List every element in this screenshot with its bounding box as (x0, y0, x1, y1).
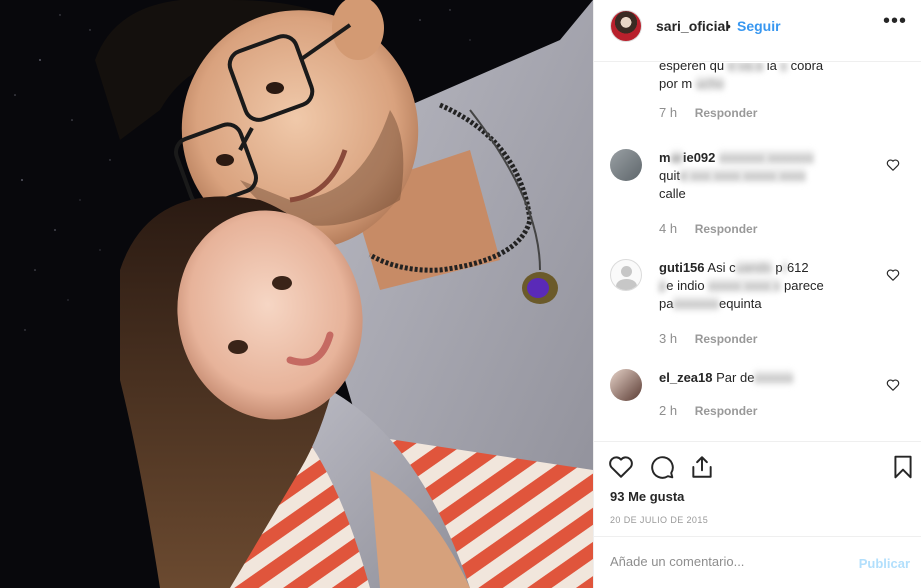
comment-text-part: parece (784, 278, 824, 293)
comment-text-part: p (775, 260, 783, 275)
comment-text-part: equinta (718, 296, 762, 311)
comment-text-part: esperen qu (659, 63, 725, 73)
couple-selfie-image (0, 0, 593, 588)
comment-text-part: la (766, 63, 777, 73)
comment-text-part: Asi c (707, 260, 736, 275)
comment-text-redacted: e xxx xxxx xxxxx xxxx (679, 168, 806, 183)
post-side-panel: sari_oficial • Seguir ••• esperen qu e v… (593, 0, 921, 588)
comment-meta: 7 h Responder (659, 105, 757, 120)
post-actions: 93 Me gusta 20 DE JULIO DE 2015 (594, 441, 921, 535)
author-avatar[interactable] (610, 10, 642, 42)
post-date[interactable]: 20 DE JULIO DE 2015 (610, 515, 708, 525)
post-photo[interactable] (0, 0, 593, 588)
comment-text-part: Par de (716, 370, 755, 385)
comment-text-part: 612 (786, 260, 809, 275)
comment-text-redacted: ucho (695, 76, 725, 91)
comment-text-redacted: p (659, 278, 667, 293)
heart-outline-icon[interactable] (886, 378, 900, 392)
likes-count[interactable]: 93 Me gusta (610, 489, 684, 504)
post-header: sari_oficial • Seguir ••• (594, 0, 921, 62)
commenter-username[interactable]: el_zea18 (659, 370, 713, 385)
comment-text-redacted: e va a (727, 63, 764, 73)
comment-text-redacted: r (782, 260, 787, 275)
bookmark-icon[interactable] (890, 454, 916, 480)
comment-time[interactable]: 3 h (659, 331, 677, 346)
comment-time[interactable]: 7 h (659, 105, 677, 120)
heart-outline-icon[interactable] (886, 158, 900, 172)
comments-list[interactable]: esperen qu e va a la s cobra por m ucho … (594, 63, 921, 440)
comment-meta: 2 h Responder (659, 403, 757, 418)
comment-meta: 3 h Responder (659, 331, 757, 346)
heart-outline-icon[interactable] (608, 454, 634, 480)
add-comment-bar: Publicar (594, 536, 921, 588)
comment-text-part: quit (659, 168, 680, 183)
comment-text-redacted: uando (735, 260, 772, 275)
comment-text: guti156 Asi cuando pr612 pe indio xxxxx … (659, 259, 889, 313)
comment-time[interactable]: 4 h (659, 221, 677, 236)
share-upload-icon[interactable] (689, 454, 715, 480)
comment-text-redacted: xxxxxxx xxxxxxx (719, 150, 814, 165)
reply-button[interactable]: Responder (695, 332, 758, 346)
follow-button[interactable]: Seguir (737, 18, 781, 34)
comment-bubble-icon[interactable] (649, 454, 675, 480)
comment-text: el_zea18 Par dexxxxxx (659, 369, 889, 387)
comment-text-part: por m (659, 76, 693, 91)
comment-text-redacted: xxxxx xxxx x (708, 278, 781, 293)
comment-input[interactable] (610, 554, 840, 569)
comment-time[interactable]: 2 h (659, 403, 677, 418)
commenter-avatar[interactable] (610, 149, 642, 181)
header-separator: • (726, 18, 731, 34)
comment-text-redacted: s (780, 63, 787, 73)
commenter-avatar[interactable] (610, 369, 642, 401)
comment-text: marie092 xxxxxxx xxxxxxx quite xxx xxxx … (659, 149, 889, 203)
reply-button[interactable]: Responder (695, 106, 758, 120)
reply-button[interactable]: Responder (695, 222, 758, 236)
commenter-username[interactable]: guti156 (659, 260, 705, 275)
post-comment-button[interactable]: Publicar (859, 556, 910, 571)
more-horizontal-icon[interactable]: ••• (883, 11, 907, 31)
comment-text-part: pa (659, 296, 674, 311)
commenter-avatar[interactable] (610, 259, 642, 291)
commenter-username[interactable]: marie092 (659, 150, 715, 165)
comment-text-part: cobra (790, 63, 824, 73)
comment-text-part: calle (659, 186, 686, 201)
heart-outline-icon[interactable] (886, 268, 900, 282)
reply-button[interactable]: Responder (695, 404, 758, 418)
comment-text-redacted: xxxxxx (754, 370, 794, 385)
comment-text-part: e indio (666, 278, 705, 293)
author-username[interactable]: sari_oficial (656, 18, 729, 34)
comment-text: esperen qu e va a la s cobra por m ucho (659, 63, 889, 93)
comment-meta: 4 h Responder (659, 221, 757, 236)
comment-text-redacted: xxxxxxx (673, 296, 719, 311)
